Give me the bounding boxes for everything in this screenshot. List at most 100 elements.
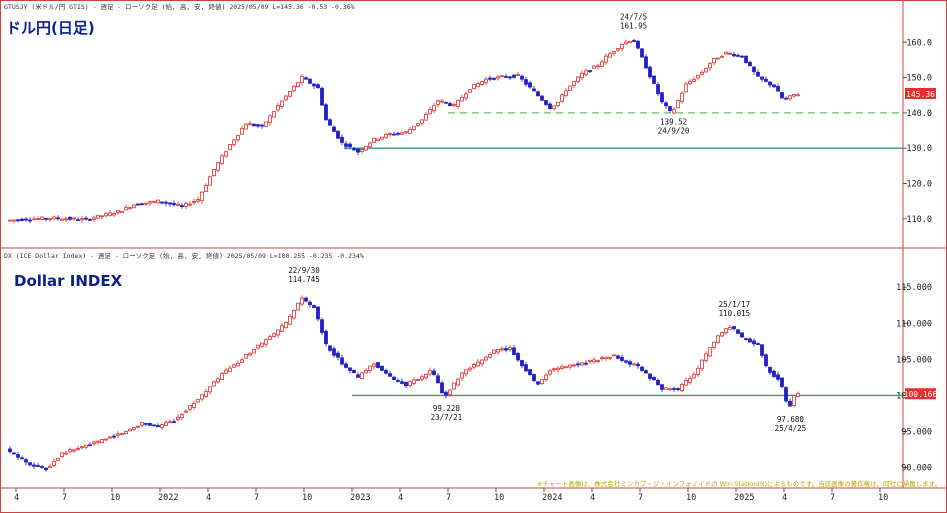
usdjpy-candle (152, 200, 156, 203)
usdjpy-candle (144, 202, 148, 205)
dxy-candle (80, 446, 84, 449)
x-tick-label: 10 (686, 493, 696, 503)
usdjpy-candle (500, 75, 504, 78)
dxy-candle (784, 387, 788, 402)
dxy-candle (12, 452, 16, 455)
usdjpy-candle (684, 83, 688, 93)
dxy-candle (420, 376, 424, 380)
usdjpy-y-tick-label: 140.0 (906, 109, 932, 119)
dxy-candle (744, 338, 748, 341)
dxy-candle (404, 381, 408, 387)
usdjpy-candle (176, 203, 180, 206)
dxy-candle (592, 359, 596, 363)
dxy-candle (520, 360, 524, 367)
usdjpy-candle (248, 123, 252, 126)
dxy-candle (512, 347, 516, 356)
dxy-candle (392, 376, 396, 381)
usdjpy-candle (672, 108, 676, 114)
dxy-candle (228, 367, 232, 373)
usdjpy-candle (68, 217, 72, 220)
usdjpy-candle (764, 78, 768, 82)
usdjpy-candle (64, 218, 68, 221)
usdjpy-candle (388, 133, 392, 135)
dxy-candle (700, 359, 704, 370)
usdjpy-candle (696, 74, 700, 79)
bottom-panel-title: Dollar INDEX (14, 272, 123, 290)
dxy-candle (580, 362, 584, 366)
usdjpy-candle (132, 204, 136, 209)
dxy-candle (752, 340, 756, 345)
usdjpy-candle (440, 100, 444, 103)
usdjpy-candle (168, 202, 172, 205)
usdjpy-candle (488, 77, 492, 80)
dxy-candle (200, 394, 204, 400)
usdjpy-candle (344, 143, 348, 147)
dxy-candle (320, 319, 324, 333)
x-tick-label: 2025 (734, 493, 754, 503)
usdjpy-candle (600, 61, 604, 67)
usdjpy-candle (92, 217, 96, 220)
dxy-candle (220, 373, 224, 380)
dxy-candle (552, 368, 556, 371)
usdjpy-candle (576, 76, 580, 82)
dxy-candle (756, 343, 760, 345)
x-tick-label: 7 (254, 493, 259, 503)
usdjpy-candle (568, 85, 572, 92)
usdjpy-candle (340, 136, 344, 143)
usdjpy-candle (28, 219, 32, 222)
usdjpy-annotation-line2: 24/9/20 (658, 127, 690, 136)
dxy-candle (136, 425, 140, 428)
dxy-candle (680, 384, 684, 392)
usdjpy-candle (532, 88, 536, 92)
usdjpy-candle (352, 148, 356, 151)
usdjpy-candle (516, 74, 520, 76)
usdjpy-candle (664, 102, 668, 107)
top-panel-title: ドル円(日足) (6, 19, 95, 37)
usdjpy-candle (580, 72, 584, 79)
usdjpy-candle (552, 105, 556, 110)
usdjpy-candle (608, 53, 612, 58)
usdjpy-candle (548, 103, 552, 110)
dxy-candle (296, 302, 300, 311)
usdjpy-candle (656, 84, 660, 95)
dxy-candle (548, 370, 552, 375)
dxy-candle (24, 459, 28, 463)
usdjpy-candle (788, 95, 792, 100)
dxy-candle (376, 362, 380, 368)
dxy-candle (292, 309, 296, 319)
usdjpy-candle (48, 218, 52, 221)
usdjpy-candle (588, 70, 592, 72)
dxy-candle (440, 382, 444, 394)
dxy-candle (760, 344, 764, 356)
usdjpy-candle (704, 68, 708, 73)
dxy-candle (504, 348, 508, 351)
usdjpy-candle (376, 138, 380, 141)
usdjpy-candle (304, 77, 308, 80)
x-tick-label: 10 (302, 493, 312, 503)
dxy-candle (68, 449, 72, 453)
usdjpy-candle (76, 219, 80, 222)
usdjpy-candle (172, 202, 176, 206)
x-tick-label: 4 (782, 493, 787, 503)
x-tick-label: 2024 (542, 493, 562, 503)
usdjpy-candle (408, 128, 412, 134)
dxy-candle (316, 306, 320, 320)
dxy-candle (44, 467, 48, 470)
usdjpy-candle (12, 219, 16, 222)
usdjpy-candle (32, 218, 36, 221)
dxy-candle (268, 336, 272, 340)
x-tick-label: 4 (590, 493, 595, 503)
usdjpy-candle (96, 214, 100, 219)
dxy-candle (328, 345, 332, 351)
usdjpy-candle (380, 136, 384, 140)
dxy-candle (792, 395, 796, 406)
usdjpy-candle (724, 51, 728, 55)
dxy-candle (616, 355, 620, 359)
dxy-candle (176, 416, 180, 421)
usdjpy-candle (8, 219, 12, 222)
usdjpy-candle (396, 132, 400, 135)
dxy-candle (728, 326, 732, 330)
dxy-candle (524, 364, 528, 372)
dxy-candle (96, 440, 100, 443)
usdjpy-candle (20, 218, 24, 221)
